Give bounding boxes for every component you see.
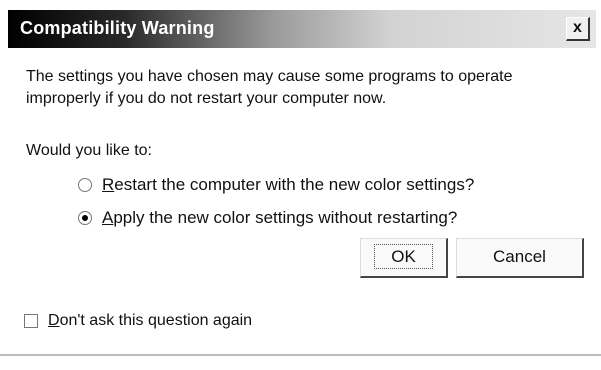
apply-option-label: Apply the new color settings without res… bbox=[102, 208, 458, 227]
ok-button-label: OK bbox=[374, 244, 433, 269]
close-icon: x bbox=[573, 19, 582, 36]
apply-radio[interactable] bbox=[78, 211, 92, 225]
restart-option-label: Restart the computer with the new color … bbox=[102, 175, 475, 194]
bottom-divider bbox=[0, 354, 601, 356]
close-button[interactable]: x bbox=[566, 17, 590, 41]
warning-message: The settings you have chosen may cause s… bbox=[26, 68, 513, 107]
restart-option[interactable]: Restart the computer with the new color … bbox=[78, 175, 474, 195]
restart-radio[interactable] bbox=[78, 178, 92, 192]
apply-without-restart-option[interactable]: Apply the new color settings without res… bbox=[78, 208, 457, 228]
cancel-button-label: Cancel bbox=[493, 247, 546, 266]
question-label: Would you like to: bbox=[26, 142, 152, 159]
title-bar[interactable]: Compatibility Warning x bbox=[8, 10, 596, 48]
dialog-title: Compatibility Warning bbox=[20, 18, 215, 38]
compatibility-warning-dialog: Compatibility Warning x The settings you… bbox=[0, 0, 601, 370]
dont-ask-again-label: Don't ask this question again bbox=[48, 312, 253, 329]
cancel-button[interactable]: Cancel bbox=[456, 238, 584, 278]
dont-ask-again-checkbox[interactable] bbox=[24, 314, 38, 328]
dont-ask-again-option[interactable]: Don't ask this question again bbox=[24, 312, 252, 330]
ok-button[interactable]: OK bbox=[360, 238, 448, 278]
